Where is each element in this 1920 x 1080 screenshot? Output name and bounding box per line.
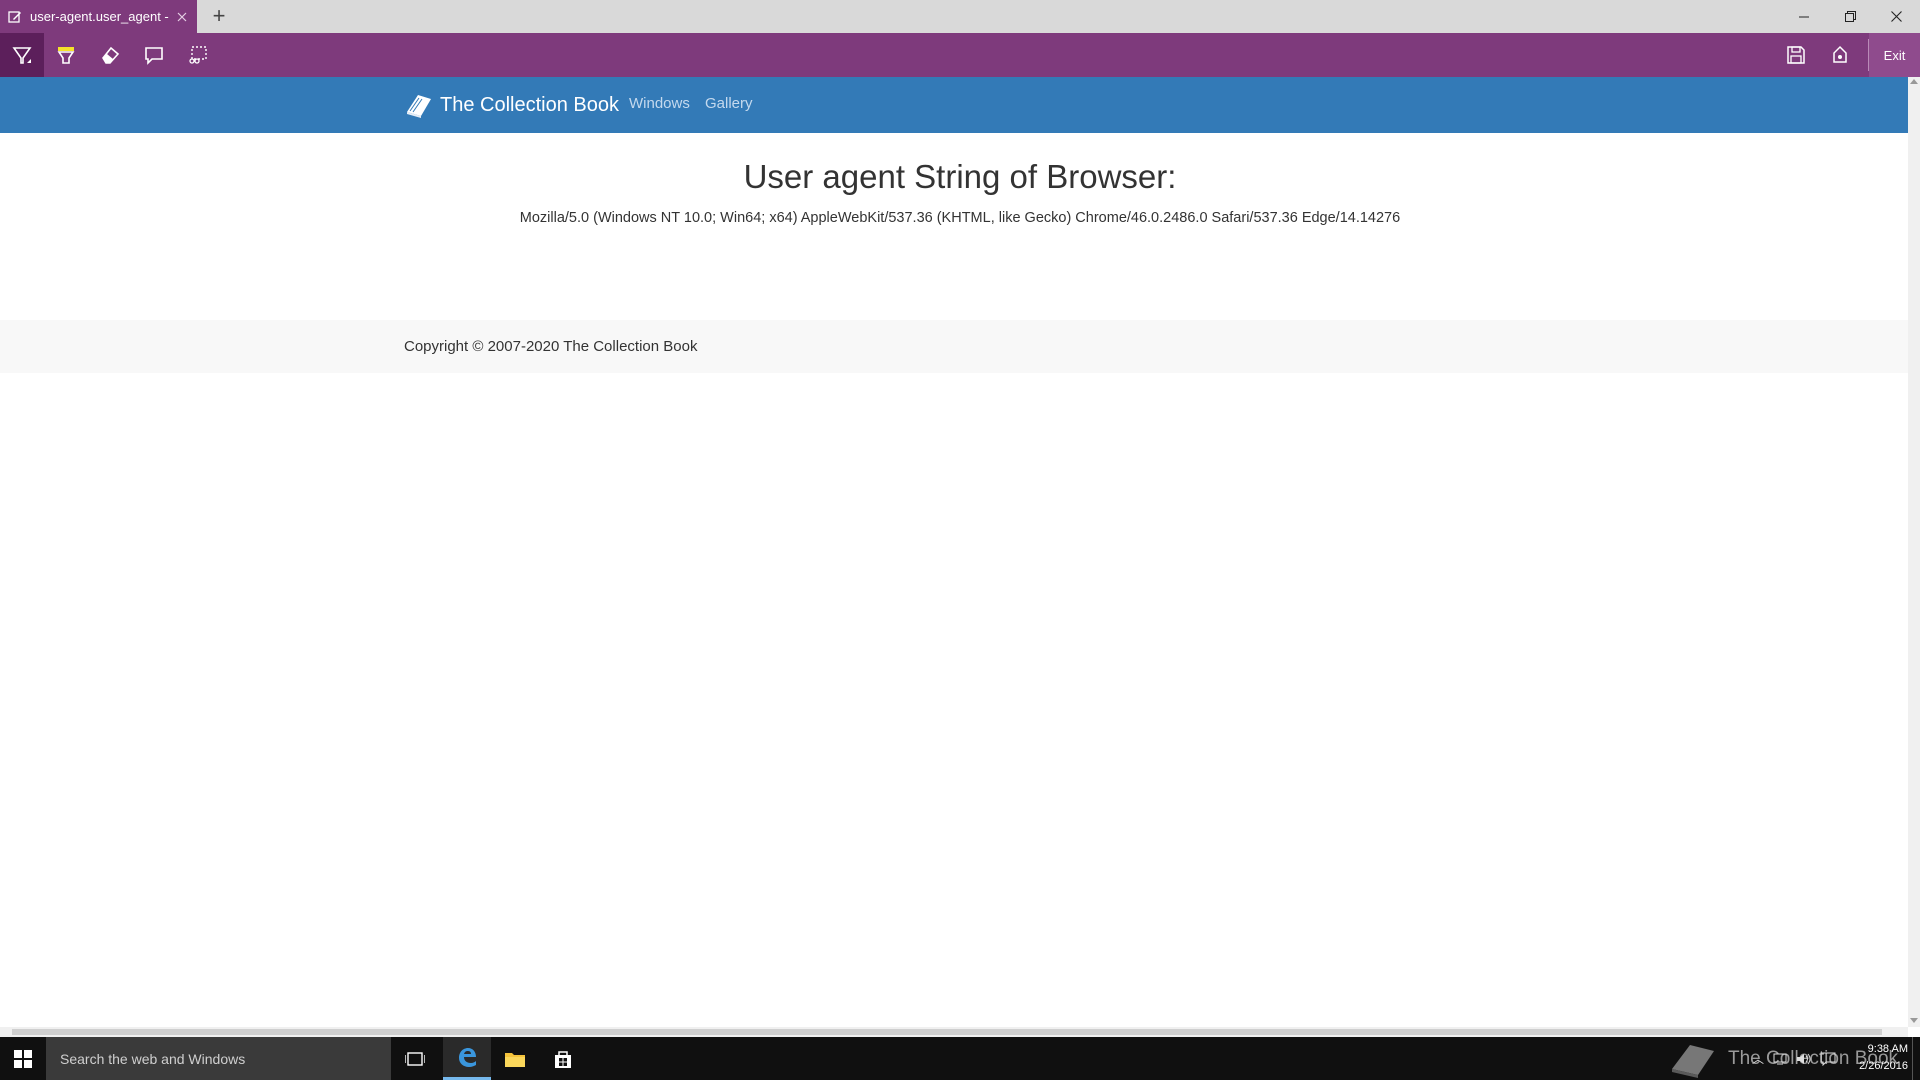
eraser-tool-button[interactable] bbox=[88, 33, 132, 77]
clock-time: 9:38 AM bbox=[1867, 1043, 1908, 1055]
scroll-up-icon[interactable] bbox=[1910, 79, 1918, 84]
clip-tool-button[interactable] bbox=[176, 33, 220, 77]
exit-button[interactable]: Exit bbox=[1869, 33, 1920, 77]
share-icon bbox=[1833, 45, 1847, 63]
site-navbar: The Collection Book Windows Gallery bbox=[0, 77, 1908, 133]
copyright-text: Copyright © 2007-2020 The Collection Boo… bbox=[404, 338, 698, 355]
taskbar-clock[interactable]: 9:38 AM 2/26/2016 bbox=[1848, 1041, 1908, 1075]
store-button[interactable] bbox=[539, 1037, 587, 1080]
file-explorer-button[interactable] bbox=[491, 1037, 539, 1080]
close-icon bbox=[1890, 11, 1902, 22]
edge-icon bbox=[459, 1048, 476, 1067]
save-icon bbox=[1787, 46, 1805, 64]
folder-icon bbox=[505, 1052, 525, 1067]
horizontal-scrollbar[interactable] bbox=[0, 1027, 1908, 1037]
site-brand-text: The Collection Book bbox=[440, 93, 619, 116]
add-note-tool-button[interactable] bbox=[132, 33, 176, 77]
book-icon bbox=[407, 95, 431, 118]
pen-icon bbox=[12, 47, 32, 64]
vertical-scrollbar[interactable] bbox=[1908, 77, 1920, 1027]
tab-close-icon[interactable] bbox=[171, 6, 193, 28]
task-view-icon bbox=[405, 1051, 425, 1066]
windows-logo-icon bbox=[14, 1049, 32, 1068]
pen-tool-button[interactable] bbox=[0, 33, 44, 77]
task-view-button[interactable] bbox=[391, 1037, 439, 1080]
comment-icon bbox=[145, 47, 163, 65]
book-watermark-icon bbox=[1672, 1044, 1714, 1078]
minimize-icon bbox=[1799, 16, 1809, 17]
scroll-down-icon[interactable] bbox=[1910, 1018, 1918, 1023]
highlighter-tool-button[interactable] bbox=[44, 33, 88, 77]
restore-button[interactable] bbox=[1827, 0, 1873, 33]
site-brand-link[interactable]: The Collection Book bbox=[404, 89, 619, 121]
network-icon[interactable] bbox=[1772, 1052, 1788, 1066]
share-web-note-button[interactable] bbox=[1818, 33, 1862, 77]
close-button[interactable] bbox=[1873, 0, 1919, 33]
eraser-icon bbox=[102, 46, 120, 64]
main-content: User agent String of Browser: Mozilla/5.… bbox=[0, 133, 1908, 320]
page-heading: User agent String of Browser: bbox=[743, 158, 1177, 195]
horizontal-scroll-thumb[interactable] bbox=[12, 1029, 1882, 1035]
save-web-note-button[interactable] bbox=[1774, 33, 1818, 77]
highlighter-icon bbox=[57, 47, 75, 64]
site-footer: Copyright © 2007-2020 The Collection Boo… bbox=[0, 320, 1908, 373]
edge-taskbar-button[interactable] bbox=[443, 1037, 491, 1080]
show-hidden-icons-icon[interactable]: ︿ bbox=[1752, 1050, 1764, 1067]
action-center-icon[interactable] bbox=[1820, 1052, 1836, 1066]
taskbar: Search the web and Windows The Collectio… bbox=[0, 1037, 1920, 1080]
start-button[interactable] bbox=[0, 1037, 46, 1080]
new-tab-button[interactable]: + bbox=[207, 5, 231, 29]
nav-link-windows[interactable]: Windows bbox=[629, 95, 690, 112]
system-tray: ︿ bbox=[1752, 1037, 1836, 1080]
clock-date: 2/26/2016 bbox=[1859, 1060, 1908, 1072]
store-icon bbox=[555, 1050, 571, 1068]
web-note-icon bbox=[8, 10, 22, 24]
user-agent-string: Mozilla/5.0 (Windows NT 10.0; Win64; x64… bbox=[519, 210, 1401, 226]
taskbar-search-box[interactable]: Search the web and Windows bbox=[46, 1037, 391, 1080]
show-desktop-button[interactable] bbox=[1912, 1037, 1913, 1080]
restore-icon bbox=[1844, 11, 1856, 22]
tab-title: user-agent.user_agent - bbox=[30, 9, 169, 24]
minimize-button[interactable] bbox=[1781, 0, 1827, 33]
browser-tab[interactable]: user-agent.user_agent - bbox=[0, 0, 197, 33]
title-bar: user-agent.user_agent - + bbox=[0, 0, 1920, 33]
nav-link-gallery[interactable]: Gallery bbox=[705, 95, 753, 112]
clip-icon bbox=[189, 46, 207, 64]
volume-icon[interactable] bbox=[1796, 1052, 1812, 1066]
web-note-toolbar: Exit bbox=[0, 33, 1920, 77]
page-viewport: The Collection Book Windows Gallery User… bbox=[0, 77, 1908, 1027]
